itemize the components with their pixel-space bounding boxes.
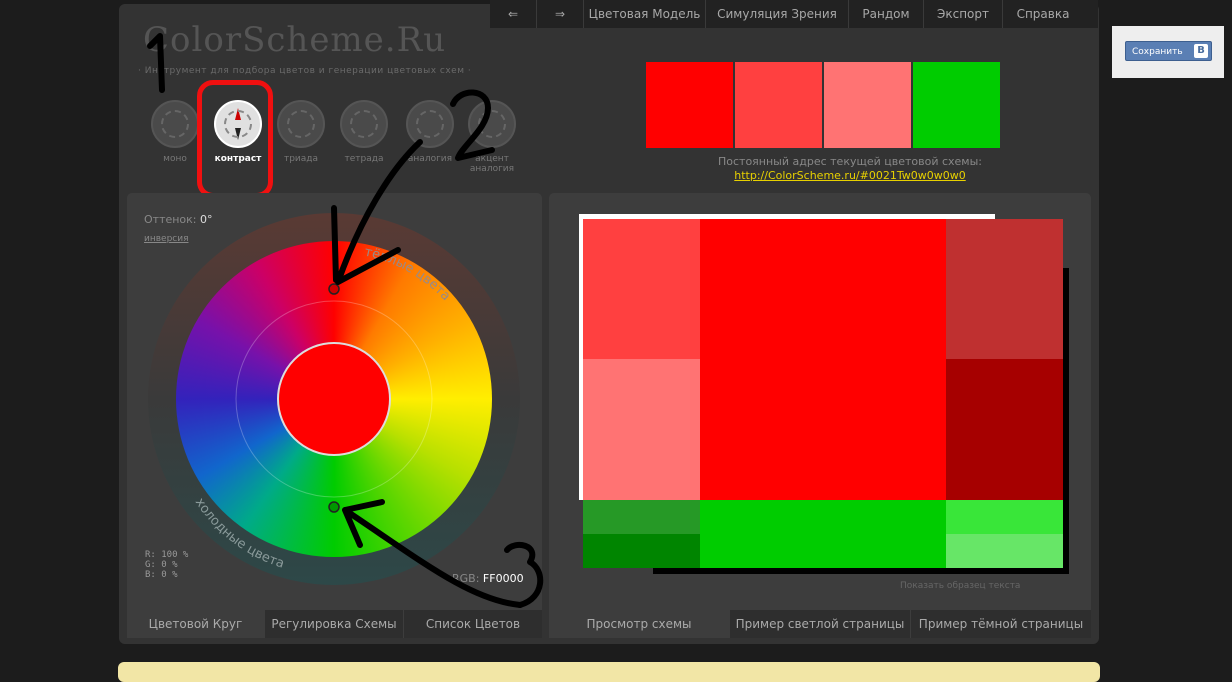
mode-label: тетрада xyxy=(344,154,384,164)
preview-dark2 xyxy=(946,359,1063,500)
nav-random[interactable]: Рандом xyxy=(849,0,924,28)
nav-vision-simulation[interactable]: Симуляция Зрения xyxy=(706,0,849,28)
vk-icon: В xyxy=(1194,44,1208,58)
tab-color-list[interactable]: Список Цветов xyxy=(404,610,542,638)
rgb-hex-readout: RGB: FF0000 xyxy=(452,572,524,585)
rgb-hex-value: FF0000 xyxy=(482,572,524,585)
rgb-r: R: 100 % xyxy=(145,550,189,560)
tab-light-page[interactable]: Пример светлой страницы xyxy=(730,610,910,638)
color-wheel[interactable]: тёплые цвета холодные цвета xyxy=(148,213,520,585)
triad-dial-icon xyxy=(277,100,325,148)
swatch-complement[interactable] xyxy=(913,62,1000,148)
selected-color-center xyxy=(277,342,391,456)
mode-triad[interactable]: триада xyxy=(276,100,326,164)
annotation-highlight xyxy=(197,80,273,198)
vk-save-button[interactable]: Сохранить В xyxy=(1125,41,1212,61)
rgb-percent-readout: R: 100 % G: 0 % B: 0 % xyxy=(145,550,188,580)
mono-dial-icon xyxy=(151,100,199,148)
nav-export[interactable]: Экспорт xyxy=(924,0,1003,28)
permalink-caption: Постоянный адрес текущей цветовой схемы: xyxy=(717,155,982,168)
nav-help[interactable]: Справка xyxy=(1003,0,1083,28)
nav-color-model[interactable]: Цветовая Модель xyxy=(584,0,706,28)
accent-analogy-dial-icon xyxy=(468,100,516,148)
tab-scheme-view[interactable]: Просмотр схемы xyxy=(549,610,729,638)
forward-button[interactable]: ⇒ xyxy=(537,0,584,28)
preview-primary xyxy=(700,219,946,500)
analogy-dial-icon xyxy=(406,100,454,148)
top-navigation: ⇐ ⇒ Цветовая Модель Симуляция Зрения Ран… xyxy=(490,0,1098,28)
preview-comp-light1 xyxy=(946,500,1063,534)
mode-accent-analogy[interactable]: акцент аналогия xyxy=(467,100,517,174)
permalink-url[interactable]: http://ColorScheme.ru/#0021Tw0w0w0w0 xyxy=(600,169,1100,182)
swatch-tertiary[interactable] xyxy=(824,62,911,148)
tab-dark-page[interactable]: Пример тёмной страницы xyxy=(911,610,1091,638)
show-sample-text-link[interactable]: Показать образец текста xyxy=(900,581,1020,591)
mode-label: аналогия xyxy=(407,154,453,164)
preview-comp-dark2 xyxy=(583,534,700,568)
site-tagline: · Инструмент для подбора цветов и генера… xyxy=(138,66,472,76)
save-label: Сохранить xyxy=(1132,47,1183,57)
mode-tetrad[interactable]: тетрада xyxy=(339,100,389,164)
site-logo[interactable]: ColorScheme.Ru xyxy=(143,20,446,60)
footer-bar xyxy=(118,662,1100,682)
preview-complement xyxy=(700,500,946,568)
rgb-g: G: 0 % xyxy=(145,560,178,570)
mode-mono[interactable]: моно xyxy=(150,100,200,164)
preview-light2 xyxy=(583,359,700,500)
preview-comp-light2 xyxy=(946,534,1063,568)
tab-color-wheel[interactable]: Цветовой Круг xyxy=(127,610,264,638)
preview-light1 xyxy=(583,219,700,359)
mode-label: моно xyxy=(163,154,187,164)
rgb-b: B: 0 % xyxy=(145,570,178,580)
complement-marker[interactable] xyxy=(328,501,340,513)
rgb-label: RGB: xyxy=(452,572,480,585)
back-button[interactable]: ⇐ xyxy=(490,0,537,28)
swatch-primary[interactable] xyxy=(646,62,733,148)
preview-dark1 xyxy=(946,219,1063,359)
mode-label: акцент аналогия xyxy=(469,154,515,174)
mode-label: триада xyxy=(283,154,319,164)
mode-analogy[interactable]: аналогия xyxy=(405,100,455,164)
tetrad-dial-icon xyxy=(340,100,388,148)
swatch-secondary[interactable] xyxy=(735,62,822,148)
preview-comp-dark1 xyxy=(583,500,700,534)
primary-marker[interactable] xyxy=(328,283,340,295)
tab-scheme-adjust[interactable]: Регулировка Схемы xyxy=(265,610,403,638)
share-box: Сохранить В xyxy=(1112,26,1224,78)
